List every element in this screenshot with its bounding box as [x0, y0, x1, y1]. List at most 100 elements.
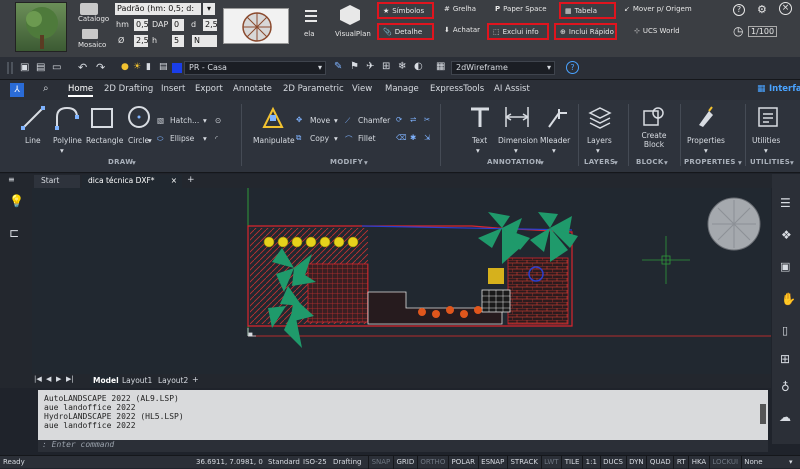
tab-interface[interactable]: Interfa	[769, 84, 800, 94]
scale-value[interactable]: 1/100	[748, 26, 778, 37]
image-icon[interactable]: ▣	[780, 260, 790, 273]
status-toggle-hka[interactable]: HKA	[688, 456, 709, 469]
ucs-world-button[interactable]: ⊹ UCS World	[634, 27, 680, 35]
utilities-panel-chevron-icon[interactable]: ▾	[790, 158, 794, 167]
cmd-scrollbar[interactable]	[760, 404, 766, 424]
tab-model[interactable]: Model	[90, 375, 120, 387]
status-toggle-ducs[interactable]: DUCS	[599, 456, 626, 469]
redo-icon[interactable]: ↷	[96, 61, 105, 74]
tab-2d-parametric[interactable]: 2D Parametric	[283, 84, 344, 94]
undo-icon[interactable]: ↶	[78, 61, 87, 74]
ribbon-search-icon[interactable]: ⌕	[43, 83, 49, 94]
rotate-icon[interactable]: ⟳	[396, 115, 402, 124]
structure-icon[interactable]: ⊏	[9, 226, 19, 240]
workspace-indicator[interactable]: Drafting	[333, 458, 361, 466]
fillet-button[interactable]: Fillet	[358, 134, 376, 143]
hamburger-icon[interactable]	[305, 10, 317, 22]
create-block-button[interactable]: Create Block	[640, 131, 668, 149]
start-tab[interactable]: Start	[34, 175, 80, 188]
match-layer-icon[interactable]: ✎	[334, 61, 342, 72]
simbolos-button[interactable]: ★ Símbolos	[377, 2, 434, 19]
mleader-button[interactable]: Mleader	[540, 136, 570, 145]
dimension-button[interactable]: Dimension	[498, 136, 538, 145]
style-dropdown-arrow[interactable]: ▾	[203, 3, 215, 15]
status-toggle-strack[interactable]: STRACK	[506, 456, 541, 469]
app-menu-icon[interactable]: ⅄	[10, 83, 24, 97]
tab-layout2[interactable]: Layout2	[158, 376, 188, 385]
fillet-icon[interactable]: ⌒	[345, 134, 353, 145]
text-icon[interactable]	[468, 105, 492, 129]
draw-panel-chevron-icon[interactable]: ▾	[132, 158, 136, 167]
first-layout-icon[interactable]: |◀	[34, 375, 42, 383]
visualplan-button[interactable]: VisualPlan	[335, 30, 371, 38]
move-dropdown-icon[interactable]: ▾	[334, 116, 338, 125]
active-document-tab[interactable]: dica técnica DXF* ×	[82, 175, 182, 188]
last-layout-icon[interactable]: ▶|	[66, 375, 74, 383]
diameter-input[interactable]: 2,5	[134, 35, 149, 47]
next-layout-icon[interactable]: ▶	[56, 375, 61, 383]
utilities-icon[interactable]	[756, 105, 780, 129]
mover-origem-button[interactable]: ↙ Mover p/ Origem	[624, 5, 692, 13]
h-input[interactable]: 5	[172, 35, 184, 47]
blocks-grid-icon[interactable]: ⊞	[780, 352, 790, 366]
style-select[interactable]: Padrão (hm: 0,5; d:	[115, 3, 201, 15]
create-block-icon[interactable]	[641, 105, 665, 129]
catalogo-icon[interactable]	[80, 3, 98, 15]
polyline-button[interactable]: Polyline	[53, 136, 82, 145]
circle-dropdown-icon[interactable]: ▾	[148, 136, 152, 145]
annotation-panel-chevron-icon[interactable]: ▾	[540, 158, 544, 167]
arc-icon[interactable]: ◜	[215, 134, 218, 143]
draw-panel-title[interactable]: DRAW	[108, 158, 133, 166]
line-button[interactable]: Line	[25, 136, 41, 145]
help-icon[interactable]: ?	[733, 4, 745, 16]
layer-walk-icon[interactable]: ✈	[366, 61, 374, 72]
view-style-icon[interactable]: ▦	[436, 61, 445, 72]
chamfer-icon[interactable]: ⟋	[345, 116, 350, 126]
detalhe-button[interactable]: 📎 Detalhe	[377, 23, 434, 40]
balloon-icon[interactable]: ♁	[781, 380, 790, 394]
exclui-info-button[interactable]: ⬚ Exclui info	[487, 23, 549, 40]
tab-export[interactable]: Export	[195, 84, 223, 94]
chamfer-button[interactable]: Chamfer	[358, 116, 390, 125]
layer-sun-icon[interactable]: ☀	[133, 62, 141, 72]
dap-input[interactable]: 0	[172, 19, 184, 31]
trim-icon[interactable]: ✂	[424, 115, 430, 124]
modify-panel-chevron-icon[interactable]: ▾	[364, 158, 368, 167]
mleader-dropdown-icon[interactable]: ▾	[552, 146, 556, 155]
print-icon[interactable]: ▤	[159, 62, 168, 72]
point-icon[interactable]: ⊙	[215, 116, 221, 125]
add-layout-icon[interactable]: +	[192, 375, 199, 384]
status-toggle-snap[interactable]: SNAP	[368, 456, 393, 469]
tree-thumbnail[interactable]	[15, 2, 67, 52]
tab-home[interactable]: Home	[68, 84, 94, 97]
sliders-icon[interactable]: ☰	[780, 196, 791, 210]
modify-panel-title[interactable]: MODIFY	[330, 158, 363, 166]
text-button[interactable]: Text	[472, 136, 487, 145]
layer-isolate-icon[interactable]: ⊞	[382, 61, 390, 72]
status-toggle-lockui[interactable]: LOCKUI	[708, 456, 741, 469]
grelha-button[interactable]: # Grelha	[444, 5, 476, 13]
catalogo-button[interactable]: Catalogo	[78, 15, 109, 23]
new-tab-button[interactable]: +	[187, 175, 195, 185]
circle-icon[interactable]	[127, 105, 151, 129]
manipulate-button[interactable]: Manipulate	[253, 136, 295, 145]
copy-button[interactable]: Copy	[310, 134, 329, 143]
dimension-dropdown-icon[interactable]: ▾	[514, 146, 518, 155]
saveas-icon[interactable]: ▤	[36, 62, 45, 73]
rectangle-button[interactable]: Rectangle	[86, 136, 123, 145]
mleader-icon[interactable]	[545, 105, 569, 129]
tab-annotate[interactable]: Annotate	[233, 84, 272, 94]
layers-panel-title[interactable]: LAYERS	[584, 158, 615, 166]
utilities-button[interactable]: Utilities	[752, 136, 780, 145]
polyline-dropdown-icon[interactable]: ▾	[60, 146, 64, 155]
utilities-dropdown-icon[interactable]: ▾	[764, 146, 768, 155]
tab-menu-icon[interactable]: ≡	[8, 175, 15, 184]
status-toggle-none[interactable]: None	[740, 456, 765, 469]
mobile-icon[interactable]: ▯	[782, 324, 788, 337]
prev-layout-icon[interactable]: ◀	[46, 375, 51, 383]
tab-insert[interactable]: Insert	[161, 84, 185, 94]
mosaico-button[interactable]: Mosaico	[78, 41, 106, 49]
status-toggle-dyn[interactable]: DYN	[625, 456, 647, 469]
status-menu-icon[interactable]: ▾	[789, 458, 793, 466]
save-icon[interactable]: ▣	[20, 62, 29, 73]
